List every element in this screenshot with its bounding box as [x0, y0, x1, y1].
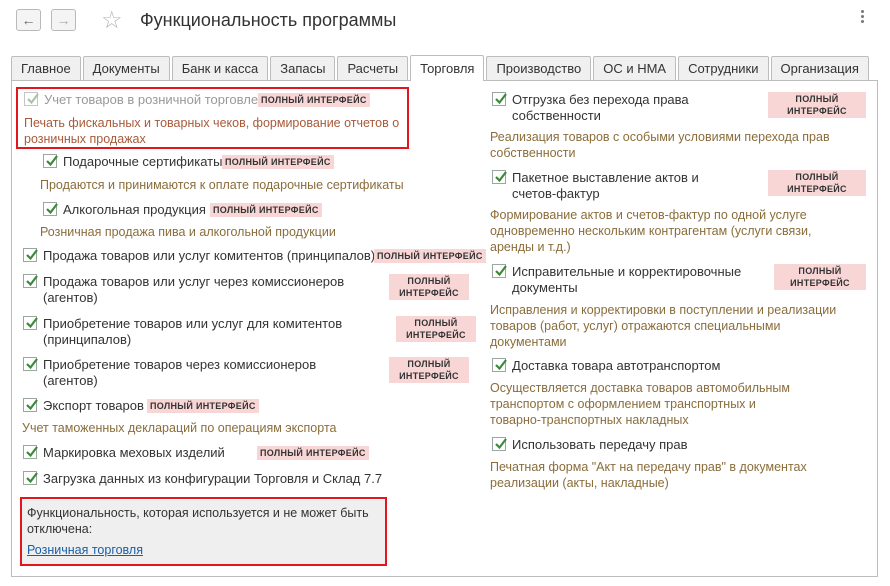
alcohol-checkbox[interactable]: [43, 202, 58, 216]
purchase-agents-badge: ПОЛНЫЙ ИНТЕРФЕЙС: [389, 357, 469, 383]
purchase-committents-checkbox[interactable]: [23, 316, 38, 330]
export-desc: Учет таможенных деклараций по операциям …: [22, 421, 337, 435]
corrective-desc: Исправления и корректировки в поступлени…: [490, 303, 837, 349]
corrective-label: Исправительные и корректировочные докумен…: [512, 264, 742, 295]
tab-employees[interactable]: Сотрудники: [678, 56, 769, 80]
batch-checkbox[interactable]: [492, 170, 507, 184]
fur-badge: ПОЛНЫЙ ИНТЕРФЕЙС: [257, 446, 369, 460]
shipment-label: Отгрузка без перехода права собственности: [512, 92, 689, 123]
tab-fixed-assets[interactable]: ОС и НМА: [593, 56, 677, 80]
forward-button[interactable]: →: [51, 9, 76, 31]
tab-production[interactable]: Производство: [486, 56, 592, 80]
tab-payments[interactable]: Расчеты: [337, 56, 409, 80]
arrow-right-icon: →: [56, 12, 71, 28]
purchase-agents-checkbox[interactable]: [23, 357, 38, 371]
corrective-badge: ПОЛНЫЙ ИНТЕРФЕЙС: [774, 264, 866, 290]
tab-bank[interactable]: Банк и касса: [171, 56, 269, 80]
transfer-checkbox[interactable]: [492, 437, 507, 451]
export-label: Экспорт товаров: [43, 398, 144, 413]
alcohol-label: Алкогольная продукция: [63, 202, 206, 217]
tab-trade[interactable]: Торговля: [410, 55, 485, 81]
committents-badge: ПОЛНЫЙ ИНТЕРФЕЙС: [374, 249, 486, 263]
delivery-checkbox[interactable]: [492, 358, 507, 372]
delivery-label: Доставка товара автотранспортом: [512, 358, 721, 373]
back-button[interactable]: ←: [16, 9, 41, 31]
delivery-desc: Осуществляется доставка товаров автомоби…: [490, 381, 790, 427]
batch-desc: Формирование актов и счетов-фактур по од…: [490, 208, 812, 254]
fur-checkbox[interactable]: [23, 445, 38, 459]
shipment-checkbox[interactable]: [492, 92, 507, 106]
shipment-badge: ПОЛНЫЙ ИНТЕРФЕЙС: [768, 92, 866, 118]
export-checkbox[interactable]: [23, 398, 38, 412]
star-icon[interactable]: ☆: [101, 6, 123, 35]
batch-badge: ПОЛНЫЙ ИНТЕРФЕЙС: [768, 170, 866, 196]
gift-desc: Продаются и принимаются к оплате подароч…: [40, 178, 404, 192]
committents-label: Продажа товаров или услуг комитентов (пр…: [43, 248, 376, 263]
alcohol-badge: ПОЛНЫЙ ИНТЕРФЕЙС: [210, 203, 322, 217]
load-label: Загрузка данных из конфигурации Торговля…: [43, 471, 383, 486]
export-badge: ПОЛНЫЙ ИНТЕРФЕЙС: [147, 399, 259, 413]
agents-label: Продажа товаров или услуг через комиссио…: [43, 274, 345, 305]
purchase-agents-label: Приобретение товаров через комиссионеров…: [43, 357, 317, 388]
alcohol-desc: Розничная продажа пива и алкогольной про…: [40, 225, 336, 239]
gift-label: Подарочные сертификаты: [63, 154, 223, 169]
tab-main[interactable]: Главное: [11, 56, 81, 80]
agents-badge: ПОЛНЫЙ ИНТЕРФЕЙС: [389, 274, 469, 300]
shipment-desc: Реализация товаров с особыми условиями п…: [490, 130, 830, 160]
tab-organization[interactable]: Организация: [770, 56, 869, 80]
retail-highlight: [16, 87, 409, 149]
corrective-checkbox[interactable]: [492, 264, 507, 278]
gift-checkbox[interactable]: [43, 154, 58, 168]
more-menu-icon[interactable]: [861, 8, 864, 25]
page-title: Функциональность программы: [140, 10, 397, 30]
gift-badge: ПОЛНЫЙ ИНТЕРФЕЙС: [222, 155, 334, 169]
transfer-label: Использовать передачу прав: [512, 437, 688, 452]
transfer-desc: Печатная форма "Акт на передачу прав" в …: [490, 460, 807, 490]
info-highlight: [20, 497, 387, 566]
load-checkbox[interactable]: [23, 471, 38, 485]
purchase-committents-badge: ПОЛНЫЙ ИНТЕРФЕЙС: [396, 316, 476, 342]
purchase-committents-label: Приобретение товаров или услуг для комит…: [43, 316, 343, 347]
arrow-left-icon: ←: [21, 12, 36, 28]
tab-stock[interactable]: Запасы: [270, 56, 336, 80]
tab-documents[interactable]: Документы: [82, 56, 170, 80]
fur-label: Маркировка меховых изделий: [43, 445, 225, 460]
agents-checkbox[interactable]: [23, 274, 38, 288]
committents-checkbox[interactable]: [23, 248, 38, 262]
batch-label: Пакетное выставление актов и счетов-факту…: [512, 170, 699, 201]
tab-bar: Главное Документы Банк и касса Запасы Ра…: [11, 55, 871, 81]
